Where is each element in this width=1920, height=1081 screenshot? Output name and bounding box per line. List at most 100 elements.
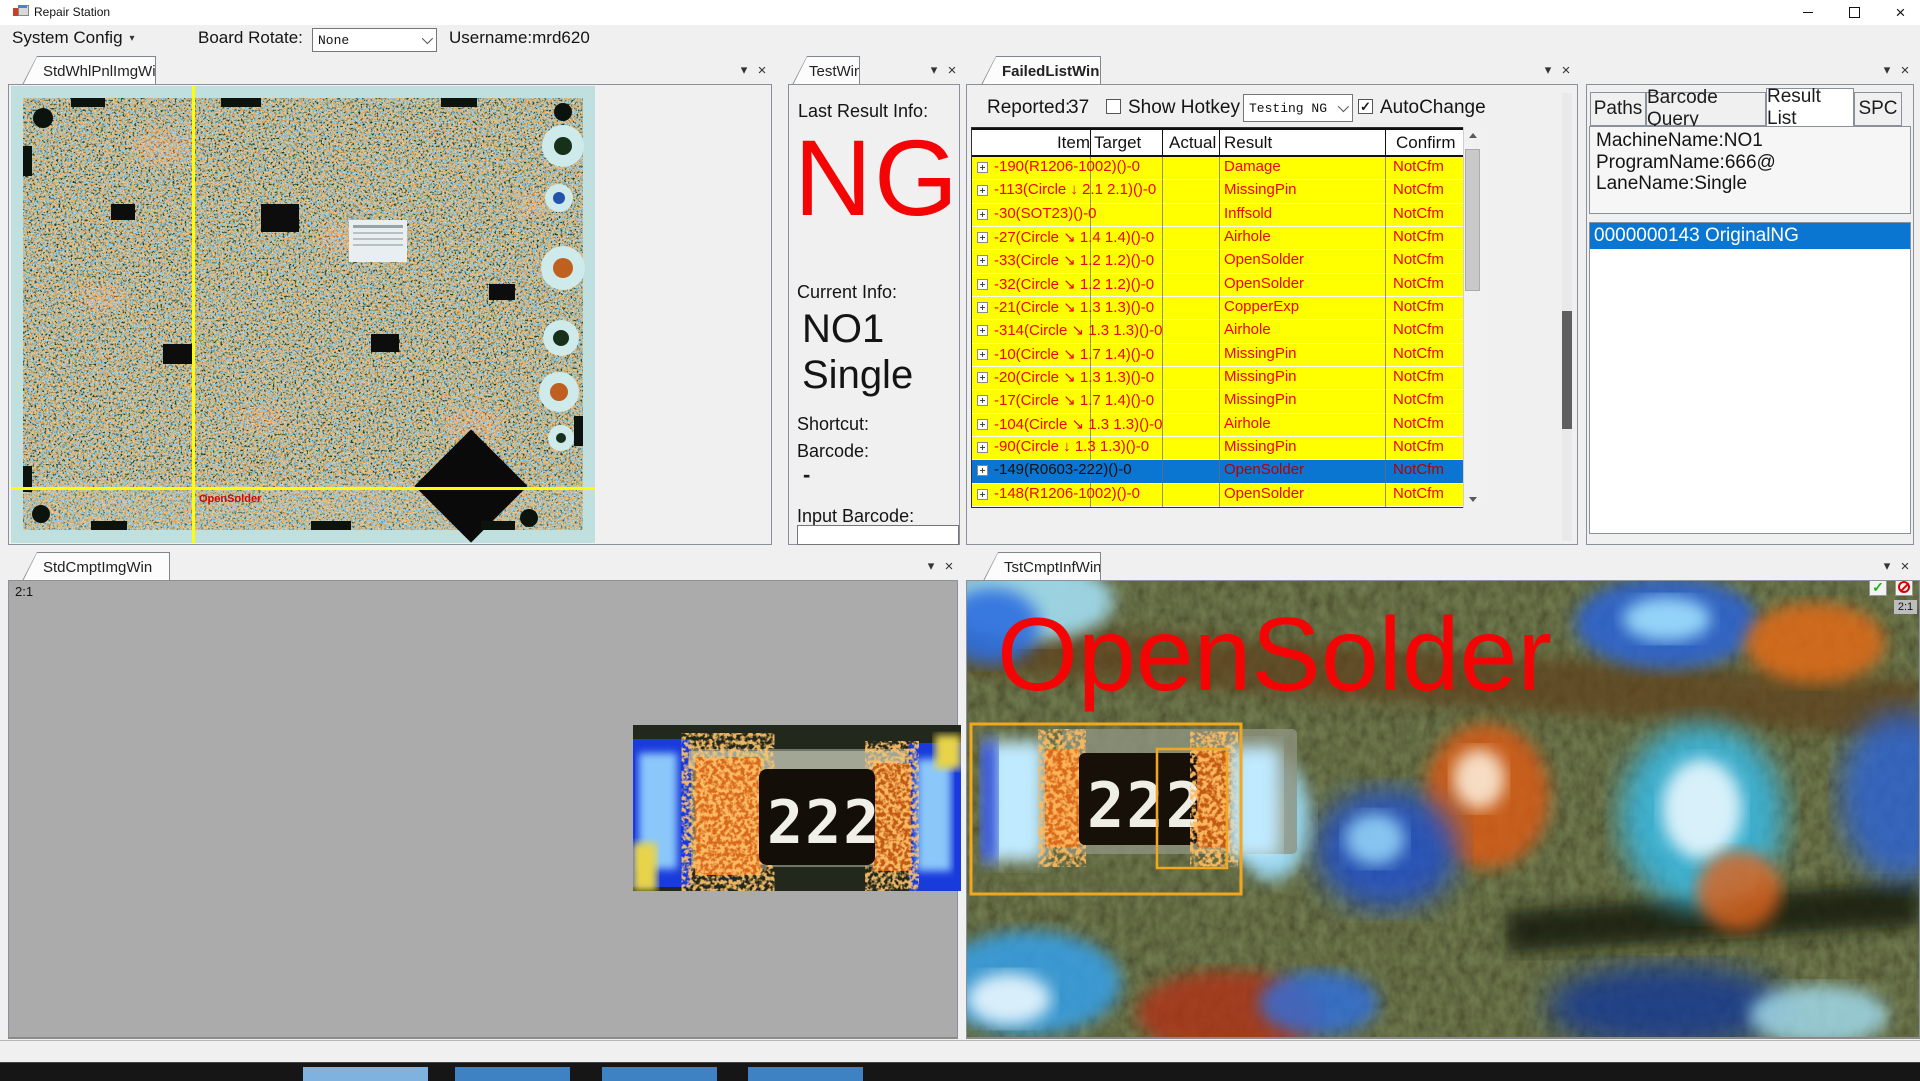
dock-menu-icon[interactable]: ▾	[1879, 61, 1895, 79]
dock-close-icon[interactable]: ×	[1897, 61, 1913, 79]
component-reference-image[interactable]: 222	[633, 725, 961, 891]
expand-plus-icon[interactable]	[977, 489, 988, 500]
scroll-up-icon[interactable]	[1464, 127, 1481, 144]
failed-item-row[interactable]: -314(Circle ↘ 1.3 1.3)()-0 Airhole NotCf…	[972, 320, 1463, 343]
dock-menu-icon[interactable]: ▾	[1540, 61, 1556, 79]
failed-item-row[interactable]: -17(Circle ↘ 1.7 1.4)()-0 MissingPin Not…	[972, 390, 1463, 413]
expand-plus-icon[interactable]	[977, 255, 988, 266]
dock-close-icon[interactable]: ×	[1558, 61, 1574, 79]
tab-failedlistwin[interactable]: FailedListWin	[981, 56, 1101, 85]
confirm-cell: NotCfm	[1393, 228, 1444, 245]
dock-menu-icon[interactable]: ▾	[926, 61, 942, 79]
autochange-label[interactable]: AutoChange	[1380, 97, 1486, 119]
col-header-confirm[interactable]: Confirm	[1396, 133, 1456, 153]
result-panel-tab[interactable]: SPC	[1854, 92, 1902, 126]
program-info-box: MachineName:NO1 ProgramName:666@ LaneNam…	[1589, 126, 1911, 214]
expand-plus-icon[interactable]	[977, 419, 988, 430]
result-list-item[interactable]: 0000000143 OriginalNG	[1590, 223, 1910, 249]
dock-close-icon[interactable]: ×	[944, 61, 960, 79]
failed-item-row[interactable]: -148(R1206-1002)()-0 OpenSolder NotCfm	[972, 484, 1463, 507]
failed-item-row[interactable]: -90(Circle ↓ 1.3 1.3)()-0 MissingPin Not…	[972, 437, 1463, 460]
panel-stdwhlpnlimgwin: OpenSolder	[8, 84, 772, 545]
panel-failedlistwin: Reported: 37 Show Hotkey Testing NG ✓ Au…	[966, 84, 1578, 545]
failed-item-row[interactable]: -113(Circle ↓ 2.1 2.1)()-0 MissingPin No…	[972, 180, 1463, 203]
failed-item-row[interactable]: -33(Circle ↘ 1.2 1.2)()-0 OpenSolder Not…	[972, 250, 1463, 273]
expand-plus-icon[interactable]	[977, 465, 988, 476]
close-button[interactable]: ×	[1878, 0, 1920, 25]
program-name-line: ProgramName:666@	[1596, 152, 1904, 174]
lane-name-value: Single	[802, 353, 913, 398]
failed-item-row[interactable]: -10(Circle ↘ 1.7 1.4)()-0 MissingPin Not…	[972, 344, 1463, 367]
failed-item-row[interactable]: -21(Circle ↘ 1.3 1.3)()-0 CopperExp NotC…	[972, 297, 1463, 320]
taskbar-app-icon[interactable]	[455, 1067, 570, 1081]
expand-plus-icon[interactable]	[977, 325, 988, 336]
failed-item-row[interactable]: -190(R1206-1002)()-0 Damage NotCfm	[972, 157, 1463, 180]
tab-stdcmptimgwin[interactable]: StdCmptImgWin	[22, 552, 170, 581]
show-hotkey-label[interactable]: Show Hotkey	[1128, 97, 1240, 119]
board-rotate-label: Board Rotate:	[198, 28, 303, 48]
expand-plus-icon[interactable]	[977, 442, 988, 453]
result-panel-tab[interactable]: Barcode Query	[1646, 92, 1766, 126]
tab-stdwhlpnlimgwin[interactable]: StdWhlPnlImgWin	[22, 56, 156, 85]
panel-scrollbar-thumb[interactable]	[1562, 311, 1572, 429]
expand-plus-icon[interactable]	[977, 162, 988, 173]
expand-plus-icon[interactable]	[977, 185, 988, 196]
result-filter-select[interactable]: Testing NG	[1243, 94, 1353, 122]
failed-item-row[interactable]: -20(Circle ↘ 1.3 1.3)()-0 MissingPin Not…	[972, 367, 1463, 390]
tab-tstcmptinfwin[interactable]: TstCmptInfWin	[983, 552, 1101, 581]
expand-plus-icon[interactable]	[977, 209, 988, 220]
confirm-ok-button[interactable]: ✓	[1869, 580, 1887, 596]
expand-plus-icon[interactable]	[977, 302, 988, 313]
expand-plus-icon[interactable]	[977, 232, 988, 243]
taskbar-app-icon[interactable]	[602, 1067, 717, 1081]
item-cell: -149(R0603-222)()-0	[994, 461, 1132, 478]
dock-menu-icon[interactable]: ▾	[923, 557, 939, 575]
dock-menu-icon[interactable]: ▾	[1879, 557, 1895, 575]
minimize-button[interactable]	[1785, 0, 1830, 25]
reported-count: 37	[1068, 97, 1089, 119]
col-header-target[interactable]: Target	[1094, 133, 1141, 153]
failed-item-row[interactable]: -149(R0603-222)()-0 OpenSolder NotCfm	[972, 460, 1463, 483]
pcb-defect-marker-label: OpenSolder	[199, 493, 261, 505]
taskbar-app-icon[interactable]	[303, 1067, 428, 1081]
pcb-board-image[interactable]	[11, 86, 595, 543]
last-result-value: NG	[794, 125, 960, 230]
col-header-actual[interactable]: Actual	[1169, 133, 1216, 153]
col-header-item[interactable]: Item	[1012, 133, 1090, 153]
result-panel-tab[interactable]: Paths	[1590, 92, 1646, 126]
dock-menu-icon[interactable]: ▾	[736, 61, 752, 79]
input-barcode-field[interactable]	[797, 525, 959, 545]
col-header-result[interactable]: Result	[1224, 133, 1272, 153]
dock-close-icon[interactable]: ×	[941, 557, 957, 575]
scroll-down-icon[interactable]	[1464, 491, 1481, 508]
machine-name-value: NO1	[802, 307, 884, 352]
item-cell: -104(Circle ↘ 1.3 1.3)()-0	[994, 415, 1162, 433]
failed-item-row[interactable]: -104(Circle ↘ 1.3 1.3)()-0 Airhole NotCf…	[972, 414, 1463, 437]
result-cell: OpenSolder	[1224, 461, 1304, 478]
failed-item-row[interactable]: -30(SOT23)()-0 Inffsold NotCfm	[972, 204, 1463, 227]
item-cell: -10(Circle ↘ 1.7 1.4)()-0	[994, 345, 1154, 363]
expand-plus-icon[interactable]	[977, 395, 988, 406]
shortcut-label: Shortcut:	[797, 414, 869, 435]
expand-plus-icon[interactable]	[977, 349, 988, 360]
expand-plus-icon[interactable]	[977, 279, 988, 290]
taskbar-app-icon[interactable]	[748, 1067, 863, 1081]
dock-close-icon[interactable]: ×	[1897, 557, 1913, 575]
scrollbar-thumb[interactable]	[1465, 149, 1480, 291]
grid-vertical-scrollbar[interactable]	[1463, 127, 1481, 508]
chip-marking-text: 222	[767, 788, 881, 858]
failed-item-row[interactable]: -32(Circle ↘ 1.2 1.2)()-0 OpenSolder Not…	[972, 274, 1463, 297]
system-config-menu[interactable]: System Config▾	[12, 28, 135, 48]
expand-plus-icon[interactable]	[977, 372, 988, 383]
board-rotate-select[interactable]: None	[312, 28, 437, 52]
panel-testwin: Last Result Info: NG Current Info: NO1 S…	[788, 84, 960, 545]
dock-close-icon[interactable]: ×	[754, 61, 770, 79]
maximize-button[interactable]	[1832, 0, 1877, 25]
failed-item-row[interactable]: -27(Circle ↘ 1.4 1.4)()-0 Airhole NotCfm	[972, 227, 1463, 250]
result-panel-tab[interactable]: Result List	[1766, 88, 1854, 126]
show-hotkey-checkbox[interactable]	[1106, 99, 1121, 114]
reject-button[interactable]	[1895, 580, 1913, 596]
autochange-checkbox[interactable]: ✓	[1358, 99, 1373, 114]
item-cell: -90(Circle ↓ 1.3 1.3)()-0	[994, 438, 1149, 455]
result-listbox[interactable]: 0000000143 OriginalNG	[1589, 222, 1911, 534]
